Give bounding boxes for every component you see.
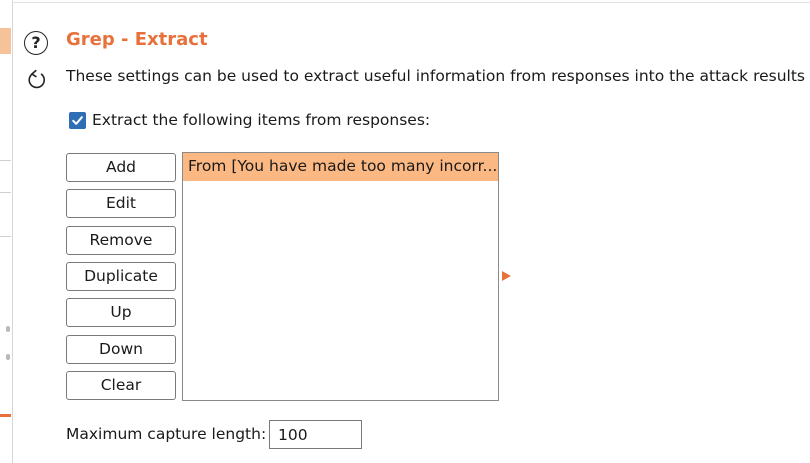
extract-items-label: Extract the following items from respons… (92, 111, 431, 129)
extract-items-checkbox[interactable] (69, 111, 86, 129)
left-orange-marker (0, 414, 11, 417)
up-button[interactable]: Up (66, 298, 176, 327)
refresh-icon[interactable] (26, 69, 48, 91)
left-edge-strip (0, 0, 13, 463)
left-tab-highlight[interactable] (0, 28, 11, 54)
top-divider (12, 2, 810, 3)
max-capture-length-input[interactable] (269, 420, 362, 449)
list-item[interactable]: From [You have made too many incorr... (183, 153, 498, 181)
left-divider (0, 160, 11, 161)
max-capture-length-label: Maximum capture length: (66, 425, 267, 443)
question-circle-icon[interactable]: ? (24, 31, 48, 55)
left-divider (0, 192, 11, 193)
left-scroll-tick (6, 326, 10, 332)
extract-items-checkbox-row[interactable]: Extract the following items from respons… (69, 111, 430, 129)
add-button[interactable]: Add (66, 153, 176, 182)
expand-arrow-icon[interactable] (502, 271, 511, 281)
remove-button[interactable]: Remove (66, 226, 176, 255)
duplicate-button[interactable]: Duplicate (66, 262, 176, 291)
section-title: Grep - Extract (66, 29, 208, 50)
checkmark-icon (72, 115, 83, 125)
grep-extract-panel: ? Grep - Extract These settings can be u… (0, 0, 810, 463)
extract-items-list[interactable]: From [You have made too many incorr... (182, 152, 499, 401)
section-description: These settings can be used to extract us… (66, 67, 810, 85)
left-divider (0, 236, 11, 237)
left-scroll-tick (6, 354, 10, 360)
edit-button[interactable]: Edit (66, 189, 176, 218)
down-button[interactable]: Down (66, 335, 176, 364)
clear-button[interactable]: Clear (66, 371, 176, 400)
